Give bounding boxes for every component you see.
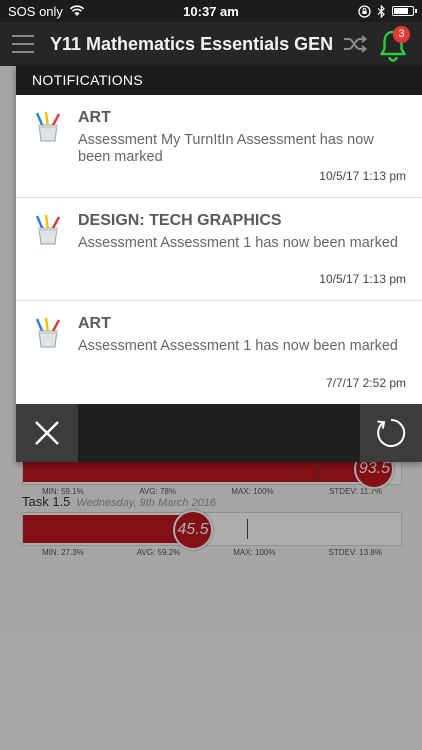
notifications-list: ART Assessment My TurnItIn Assessment ha… [16, 95, 422, 404]
bluetooth-icon [377, 4, 385, 18]
notifications-button[interactable]: 3 [378, 26, 410, 62]
close-button[interactable] [16, 404, 78, 462]
wifi-icon [69, 5, 85, 16]
app-header: Y11 Mathematics Essentials GEN 3 [0, 22, 422, 66]
notification-subject: DESIGN: TECH GRAPHICS [78, 212, 282, 229]
notification-subject: ART [78, 315, 111, 332]
notification-count-badge: 3 [393, 26, 410, 43]
status-bar: SOS only 10:37 am [0, 0, 422, 22]
battery-icon [392, 6, 417, 16]
notification-item[interactable]: ART Assessment Assessment 1 has now been… [16, 301, 422, 404]
orientation-lock-icon [358, 4, 371, 18]
notifications-actions [16, 404, 422, 462]
carrier-label: SOS only [8, 3, 63, 19]
status-right [358, 4, 417, 18]
notification-item[interactable]: ART Assessment My TurnItIn Assessment ha… [16, 95, 422, 198]
notification-message: Assessment My TurnItIn Assessment has no… [78, 132, 374, 165]
shuffle-icon[interactable] [342, 33, 368, 55]
notification-time: 7/7/17 2:52 pm [325, 376, 406, 390]
art-supplies-icon [35, 111, 61, 142]
page-title: Y11 Mathematics Essentials GEN [50, 33, 334, 54]
notification-time: 10/5/17 1:13 pm [319, 169, 406, 183]
notification-item[interactable]: DESIGN: TECH GRAPHICS Assessment Assessm… [16, 198, 422, 301]
art-supplies-icon [35, 317, 61, 348]
close-icon [35, 421, 59, 445]
notification-subject: ART [78, 109, 111, 126]
status-left: SOS only [8, 4, 85, 19]
notification-message: Assessment Assessment 1 has now been mar… [78, 338, 398, 354]
notifications-heading: NOTIFICATIONS [16, 66, 422, 95]
art-supplies-icon [35, 214, 61, 245]
refresh-icon [377, 418, 406, 447]
notification-time: 10/5/17 1:13 pm [319, 272, 406, 286]
notifications-panel: NOTIFICATIONS ART Assessment My TurnItIn… [16, 66, 422, 462]
menu-icon[interactable] [12, 35, 34, 53]
battery-level [394, 8, 409, 14]
refresh-button[interactable] [360, 404, 422, 462]
notification-message: Assessment Assessment 1 has now been mar… [78, 235, 398, 251]
